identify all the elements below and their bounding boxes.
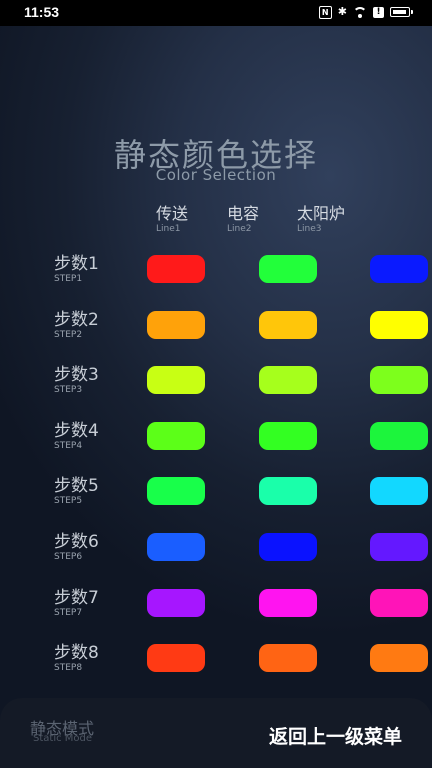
column-sub-label: Line2	[227, 224, 252, 234]
wifi-icon	[353, 7, 367, 18]
color-swatch-step1-line3[interactable]	[370, 255, 428, 283]
color-swatch-step8-line1[interactable]	[147, 644, 205, 673]
color-swatch-step6-line3[interactable]	[370, 533, 428, 561]
column-label: 传送	[156, 204, 189, 223]
step-label-7: 步数7 STEP7	[54, 588, 99, 619]
step-label-text: 步数6	[54, 532, 99, 552]
color-swatch-step6-line1[interactable]	[147, 533, 205, 561]
mode-sub-label: Static Mode	[33, 733, 93, 744]
color-swatch-step7-line1[interactable]	[147, 588, 205, 617]
color-swatch-step5-line3[interactable]	[370, 477, 428, 506]
color-swatch-step2-line2[interactable]	[259, 310, 317, 339]
bluetooth-icon: ✱	[337, 5, 347, 18]
step-label-text: 步数4	[54, 420, 99, 441]
column-header-line3: 太阳炉 Line3	[297, 200, 345, 234]
notification-icon: !	[373, 6, 384, 18]
column-label: 太阳炉	[297, 204, 346, 223]
status-time: 11:53	[24, 4, 60, 20]
color-swatch-step2-line3[interactable]	[370, 310, 428, 339]
step-sub-label: STEP7	[54, 607, 83, 618]
step-label-2: 步数2 STEP2	[54, 310, 99, 341]
color-swatch-step5-line2[interactable]	[259, 477, 317, 506]
step-sub-label: STEP1	[54, 274, 83, 284]
step-label-5: 步数5 STEP5	[54, 476, 99, 507]
step-sub-label: STEP2	[54, 329, 83, 340]
step-label-text: 步数1	[54, 254, 99, 274]
battery-icon	[390, 7, 413, 17]
color-swatch-step4-line1[interactable]	[147, 421, 205, 450]
bottom-bar: 静态模式 Static Mode 返回上一级菜单	[0, 698, 432, 768]
color-swatch-step4-line3[interactable]	[370, 421, 428, 450]
step-sub-label: STEP4	[54, 440, 83, 451]
color-swatch-step3-line3[interactable]	[370, 366, 428, 395]
column-sub-label: Line3	[297, 224, 322, 234]
color-selection-screen: 静态颜色选择 Color Selection 传送 Line1 电容 Line2…	[0, 26, 432, 768]
column-label: 电容	[227, 204, 260, 223]
step-label-text: 步数5	[54, 476, 99, 497]
step-sub-label: STEP5	[54, 496, 83, 507]
step-label-8: 步数8 STEP8	[54, 643, 99, 674]
color-swatch-step1-line1[interactable]	[147, 255, 205, 283]
color-swatch-step2-line1[interactable]	[147, 310, 205, 339]
column-header-line1: 传送 Line1	[156, 200, 188, 234]
back-to-previous-menu-button[interactable]: 返回上一级菜单	[269, 722, 402, 749]
step-label-1: 步数1 STEP1	[54, 254, 99, 285]
step-sub-label: STEP6	[54, 552, 83, 562]
step-label-text: 步数2	[54, 309, 99, 330]
color-swatch-step6-line2[interactable]	[259, 533, 317, 561]
status-bar: 11:53 N ✱ !	[0, 0, 432, 26]
color-swatch-step7-line3[interactable]	[370, 588, 428, 617]
step-sub-label: STEP3	[54, 385, 83, 396]
color-swatch-step8-line2[interactable]	[259, 644, 317, 673]
status-icons: N ✱ !	[318, 5, 413, 19]
step-label-text: 步数7	[54, 587, 99, 608]
step-sub-label: STEP8	[54, 663, 83, 674]
step-label-4: 步数4 STEP4	[54, 421, 99, 452]
step-label-6: 步数6 STEP6	[54, 532, 99, 563]
step-label-text: 步数8	[54, 643, 99, 664]
color-swatch-step8-line3[interactable]	[370, 644, 428, 673]
color-swatch-step7-line2[interactable]	[259, 588, 317, 617]
page-subtitle: Color Selection	[155, 166, 277, 184]
column-header-line2: 电容 Line2	[227, 200, 259, 234]
color-swatch-step3-line1[interactable]	[147, 366, 205, 395]
column-sub-label: Line1	[156, 224, 181, 234]
color-swatch-step1-line2[interactable]	[259, 255, 317, 283]
color-swatch-step4-line2[interactable]	[259, 421, 317, 450]
step-label-3: 步数3 STEP3	[54, 365, 99, 396]
step-label-text: 步数3	[54, 365, 99, 386]
nfc-icon: N	[318, 5, 332, 19]
color-swatch-step5-line1[interactable]	[147, 477, 205, 506]
color-swatch-step3-line2[interactable]	[259, 366, 317, 395]
